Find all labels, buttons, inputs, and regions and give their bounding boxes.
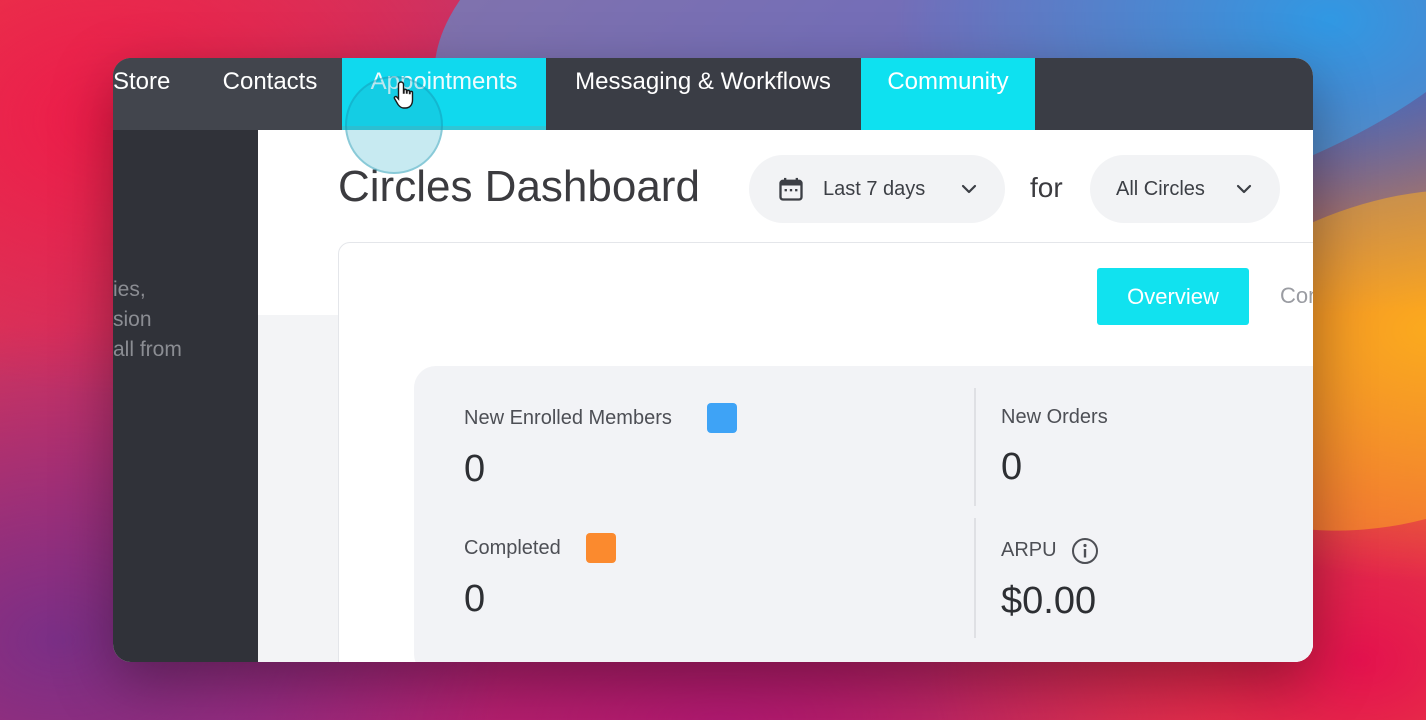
stat-label-new-orders: New Orders	[1001, 406, 1108, 428]
stat-value-completed: 0	[464, 578, 486, 620]
legend-swatch-orange	[586, 533, 616, 563]
sidebar: ies, sion all from	[113, 130, 258, 662]
stat-value-arpu: $0.00	[1001, 580, 1097, 622]
calendar-icon	[779, 177, 803, 201]
circle-filter-label: All Circles	[1116, 177, 1205, 200]
top-navigation: Store Contacts Appointments Messaging & …	[113, 58, 1313, 130]
nav-item-community[interactable]: Community	[861, 58, 1035, 130]
app-window: Store Contacts Appointments Messaging & …	[113, 58, 1313, 662]
info-icon[interactable]	[1071, 537, 1099, 565]
nav-item-store[interactable]: Store	[113, 58, 203, 130]
hand-cursor-icon	[393, 81, 414, 109]
main-content: Circles Dashboard Last 7 days for All Ci…	[258, 130, 1313, 662]
stats-divider	[974, 518, 976, 638]
stats-divider	[974, 388, 976, 506]
legend-swatch-blue	[707, 403, 737, 433]
stat-label-arpu: ARPU	[1001, 539, 1057, 561]
chevron-down-icon	[1236, 184, 1252, 194]
sidebar-text: sion	[113, 308, 152, 331]
nav-item-contacts[interactable]: Contacts	[209, 58, 331, 130]
stat-value-new-enrolled-members: 0	[464, 448, 486, 490]
stats-panel: New Enrolled Members 0 Completed 0 New O…	[414, 366, 1313, 662]
sidebar-text: ies,	[113, 278, 146, 301]
circle-filter-dropdown[interactable]: All Circles	[1090, 155, 1280, 223]
sidebar-text: all from	[113, 338, 182, 361]
background-panel	[258, 315, 338, 662]
for-label: for	[1030, 172, 1063, 203]
date-range-dropdown[interactable]: Last 7 days	[749, 155, 1005, 223]
nav-item-messaging-workflows[interactable]: Messaging & Workflows	[546, 58, 860, 130]
tab-con[interactable]: Con	[1280, 283, 1313, 309]
stat-label-completed: Completed	[464, 537, 561, 559]
stat-value-new-orders: 0	[1001, 446, 1023, 488]
chevron-down-icon	[961, 184, 977, 194]
stat-label-new-enrolled-members: New Enrolled Members	[464, 407, 672, 429]
tab-overview[interactable]: Overview	[1097, 268, 1249, 325]
date-range-label: Last 7 days	[823, 177, 926, 200]
dashboard-card: Overview Con New Enrolled Members 0 Comp…	[338, 242, 1313, 662]
